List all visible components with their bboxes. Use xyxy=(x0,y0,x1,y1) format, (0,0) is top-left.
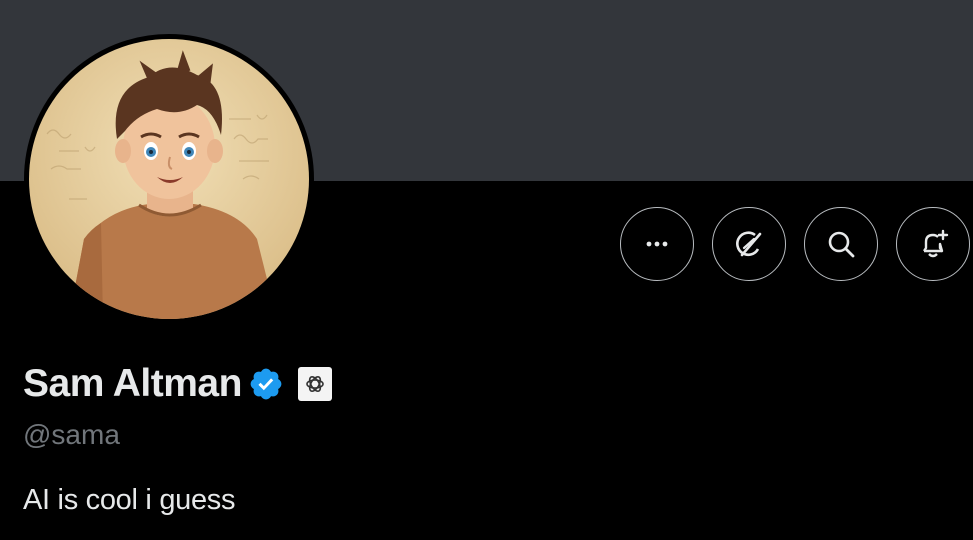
search-icon xyxy=(828,231,855,258)
ellipsis-icon xyxy=(646,241,668,247)
grok-button[interactable] xyxy=(712,207,786,281)
bell-plus-icon xyxy=(923,229,949,258)
openai-logo-icon[interactable] xyxy=(297,367,332,401)
name-row: Sam Altman xyxy=(23,360,332,408)
more-options-button[interactable] xyxy=(620,207,694,281)
avatar-illustration xyxy=(29,39,309,319)
verified-checkmark-icon[interactable] xyxy=(248,366,284,402)
user-handle: @sama xyxy=(23,419,120,450)
display-name: Sam Altman xyxy=(23,362,242,405)
notifications-button[interactable] xyxy=(896,207,970,281)
profile-bio: AI is cool i guess xyxy=(23,484,236,516)
search-button[interactable] xyxy=(804,207,878,281)
grok-icon xyxy=(736,231,762,257)
profile-page: Sam Altman @sama AI is cool i guess xyxy=(0,0,973,540)
profile-avatar[interactable] xyxy=(24,34,314,324)
